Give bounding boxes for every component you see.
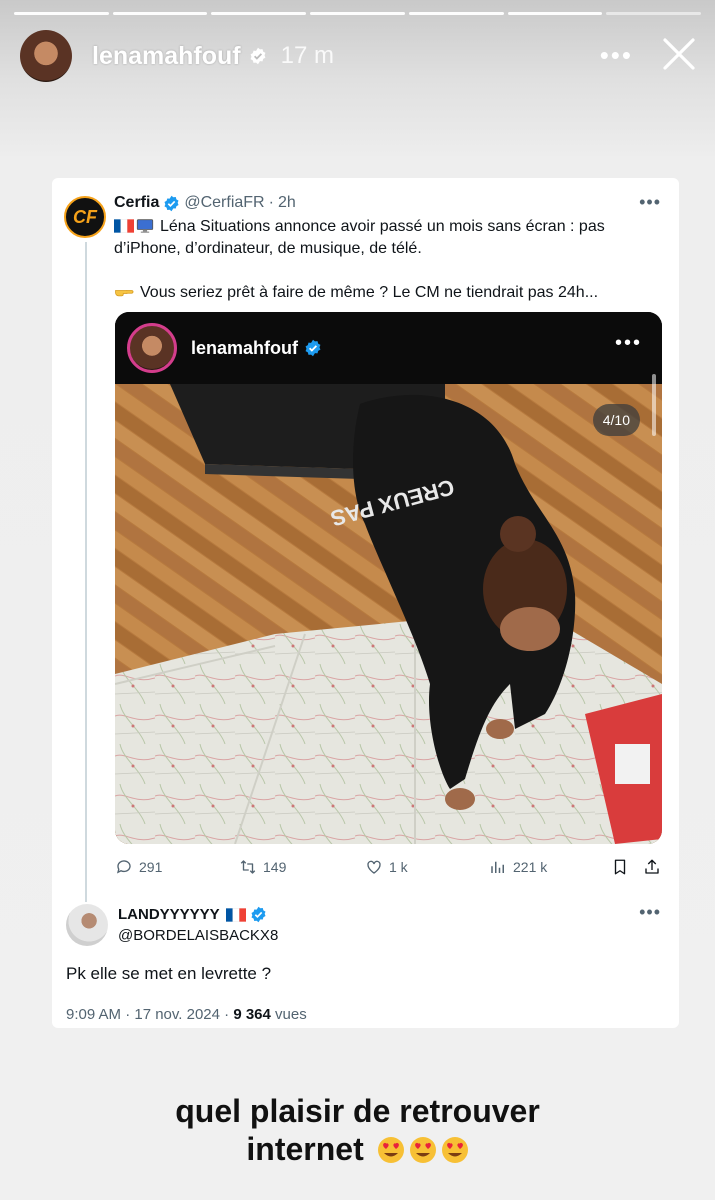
tweet-line-1: Léna Situations annonce avoir passé un m…	[114, 218, 605, 257]
progress-segment-current	[606, 12, 702, 15]
separator: ·	[268, 194, 274, 211]
heart-eyes-emoji	[441, 1137, 468, 1163]
media-avatar[interactable]	[127, 323, 177, 373]
progress-segment	[507, 12, 603, 15]
story-progress	[14, 12, 702, 15]
verified-icon	[164, 195, 179, 211]
flag-france-icon	[114, 219, 134, 233]
reply-icon	[116, 860, 131, 874]
reply-more-button[interactable]: •••	[639, 902, 661, 923]
reply-avatar[interactable]	[66, 904, 108, 946]
share-icon[interactable]	[643, 858, 661, 876]
photo-woman-on-map: CREUX PAS	[115, 384, 662, 844]
close-icon[interactable]	[659, 34, 699, 74]
tweet-author-handle[interactable]: @CerfiaFR	[184, 194, 264, 212]
retweet-count: 149	[263, 859, 287, 875]
thread-line	[85, 242, 87, 902]
flag-france-icon	[225, 907, 246, 922]
story-avatar[interactable]	[20, 30, 72, 82]
story-header: lenamahfouf 17 m •••	[20, 28, 699, 84]
reply-author-name[interactable]: LANDYYYYYY	[118, 906, 220, 923]
heart-eyes-emoji	[377, 1137, 404, 1163]
tweet-author-name[interactable]: Cerfia	[114, 194, 159, 212]
reply-meta: 9:09 AM · 17 nov. 2024 · 9 364 vues	[66, 1006, 307, 1023]
media-scrollbar[interactable]	[652, 374, 656, 436]
progress-segment	[14, 12, 109, 15]
reply-count: 291	[139, 859, 163, 875]
story-caption-text: internet	[246, 1131, 364, 1167]
like-count: 1 k	[389, 859, 408, 875]
like-action[interactable]: 1 k	[365, 858, 408, 876]
reply-views-label: vues	[275, 1006, 307, 1023]
tweet-more-button[interactable]: •••	[639, 192, 661, 213]
views-action[interactable]: 221 k	[489, 858, 547, 876]
reply-author: LANDYYYYYY	[118, 906, 267, 923]
media-more-button[interactable]: •••	[615, 332, 642, 355]
retweet-icon	[240, 860, 256, 874]
tweet-header: Cerfia @CerfiaFR · 2h	[114, 194, 296, 212]
tweet-body: Léna Situations annonce avoir passé un m…	[114, 216, 674, 304]
reply-action[interactable]: 291	[115, 858, 162, 876]
tweet-media[interactable]: lenamahfouf ••• CREUX PAS 4/10	[115, 312, 662, 844]
tweet-time: 2h	[277, 194, 296, 211]
media-header: lenamahfouf •••	[115, 312, 662, 384]
reply-author-handle[interactable]: @BORDELAISBACKX8	[118, 927, 278, 944]
progress-segment	[310, 12, 405, 15]
tweet-actions: 291 149 1 k 221 k	[115, 858, 665, 882]
bookmark-icon[interactable]	[611, 858, 629, 876]
views-icon	[491, 861, 504, 873]
story-caption-line1: quel plaisir de retrouver	[175, 1093, 540, 1129]
media-counter: 4/10	[592, 404, 640, 436]
monitor-icon	[136, 219, 154, 233]
reply-datetime: 9:09 AM · 17 nov. 2024 ·	[66, 1006, 230, 1023]
views-count: 221 k	[513, 859, 548, 875]
tweet-screenshot: CF Cerfia @CerfiaFR · 2h ••• Léna Situat…	[52, 178, 679, 1028]
progress-segment	[211, 12, 307, 15]
media-username[interactable]: lenamahfouf	[191, 338, 298, 359]
cerfia-avatar[interactable]: CF	[64, 196, 106, 238]
verified-icon	[250, 47, 266, 65]
reply-view-count: 9 364	[233, 1006, 271, 1023]
progress-segment	[112, 12, 208, 15]
progress-segment	[408, 12, 504, 15]
tweet-line-2: Vous seriez prêt à faire de même ? Le CM…	[140, 284, 599, 301]
verified-icon	[305, 339, 321, 357]
retweet-action[interactable]: 149	[239, 858, 286, 876]
story-time: 17 m	[280, 42, 334, 69]
heart-eyes-emoji	[409, 1137, 436, 1163]
reply-text: Pk elle se met en levrette ?	[66, 964, 272, 983]
verified-icon	[251, 906, 266, 923]
story-more-button[interactable]: •••	[600, 40, 633, 71]
like-icon	[367, 860, 381, 874]
pointing-hand-icon	[115, 290, 134, 297]
story-caption-line2: internet	[0, 1130, 715, 1168]
story-username[interactable]: lenamahfouf	[92, 42, 241, 71]
